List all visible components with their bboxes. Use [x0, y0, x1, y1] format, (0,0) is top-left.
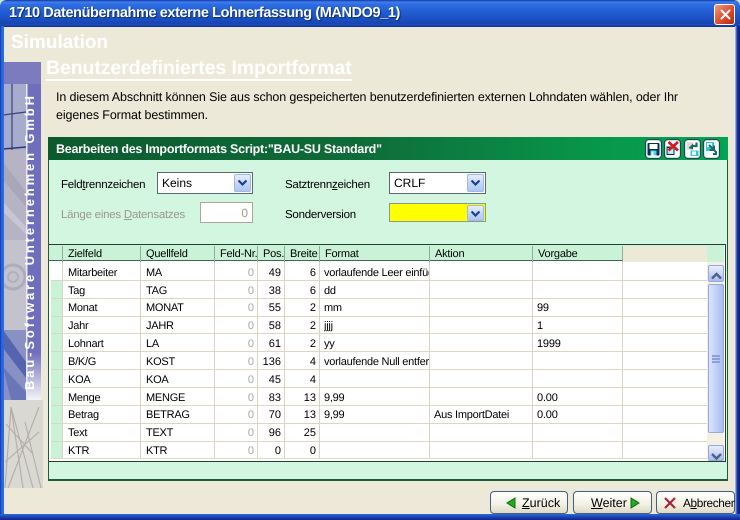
svg-text:Bau-Software Unternehmen GmbH: Bau-Software Unternehmen GmbH	[22, 96, 37, 390]
